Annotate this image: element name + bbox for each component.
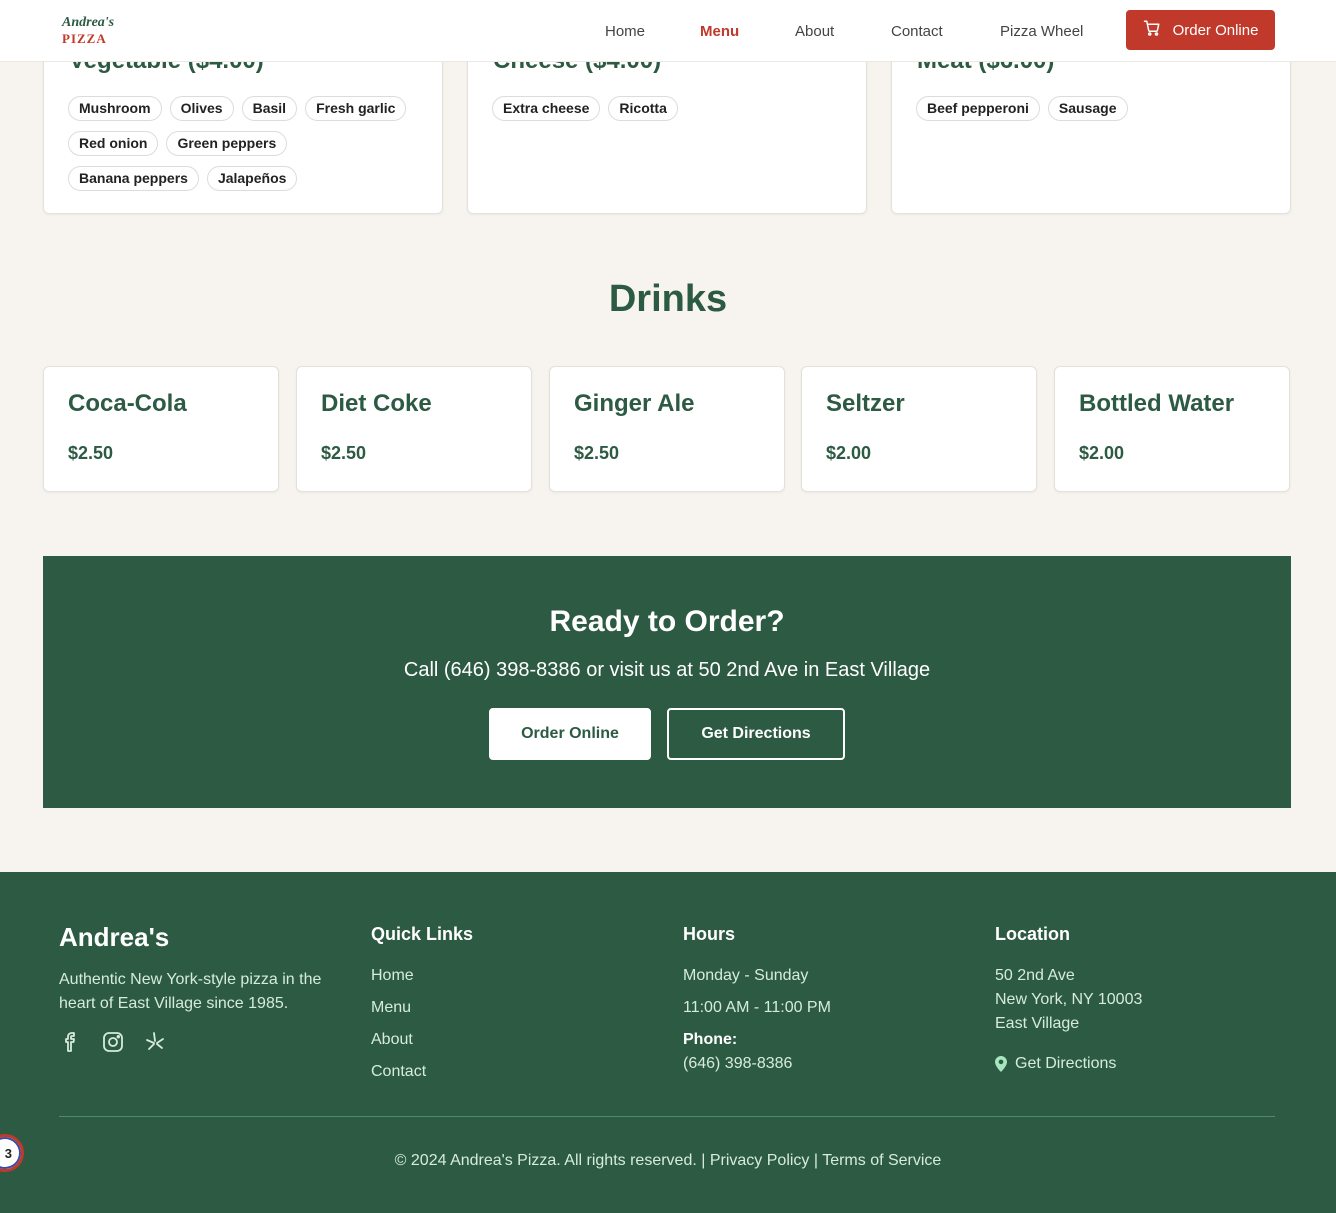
topping-chip: Jalapeños <box>206 166 298 191</box>
drink-name: Bottled Water <box>1079 390 1235 417</box>
drink-name: Coca-Cola <box>68 390 187 417</box>
footer-link-menu[interactable]: Menu <box>371 999 411 1017</box>
drink-price: $2.00 <box>1079 443 1125 463</box>
topping-chip: Banana peppers <box>68 166 199 191</box>
drink-price: $2.50 <box>321 443 367 463</box>
address-line-3: East Village <box>995 1015 1080 1032</box>
nav-pizza-wheel[interactable]: Pizza Wheel <box>1000 23 1083 40</box>
directions-label: Get Directions <box>1015 1055 1117 1072</box>
nav-menu[interactable]: Menu <box>700 23 739 40</box>
separator: | <box>813 1152 819 1169</box>
privacy-policy-link[interactable]: Privacy Policy <box>710 1152 810 1169</box>
phone-label: Phone: <box>683 1031 738 1048</box>
drink-card: Coca-Cola $2.50 <box>43 366 279 492</box>
cart-icon <box>1143 19 1161 41</box>
social-links <box>59 1030 167 1054</box>
drink-card: Diet Coke $2.50 <box>296 366 532 492</box>
topping-chip: Mushroom <box>68 96 162 121</box>
drink-name: Ginger Ale <box>574 390 695 417</box>
site-footer: Andrea's Authentic New York-style pizza … <box>0 872 1336 1213</box>
topping-chip: Fresh garlic <box>305 96 407 121</box>
separator: | <box>701 1152 706 1169</box>
terms-of-service-link[interactable]: Terms of Service <box>822 1152 941 1169</box>
drink-name: Seltzer <box>826 390 905 417</box>
topping-chip: Sausage <box>1047 96 1128 121</box>
nav-contact[interactable]: Contact <box>891 23 943 40</box>
address-line-1: 50 2nd Ave <box>995 967 1075 984</box>
drink-price: $2.50 <box>68 443 114 463</box>
phone-number[interactable]: (646) 398-8386 <box>683 1055 792 1073</box>
hours-days: Monday - Sunday <box>683 967 809 984</box>
instagram-icon[interactable] <box>101 1030 125 1054</box>
footer-description: Authentic New York-style pizza in the he… <box>59 971 322 1012</box>
topping-chip: Extra cheese <box>492 96 601 121</box>
facebook-icon[interactable] <box>59 1030 83 1054</box>
drinks-heading: Drinks <box>608 278 728 320</box>
topping-chip: Ricotta <box>608 96 678 121</box>
nav-home[interactable]: Home <box>605 23 645 40</box>
order-online-label: Order Online <box>1172 21 1259 39</box>
topping-chip: Red onion <box>68 131 159 156</box>
cta-title: Ready to Order? <box>549 605 785 638</box>
site-header: Andrea's PIZZA Home Menu About Contact P… <box>0 0 1336 62</box>
drink-name: Diet Coke <box>321 390 432 417</box>
footer-link-home[interactable]: Home <box>371 967 414 985</box>
footer-divider <box>59 1116 1275 1117</box>
topping-chip: Green peppers <box>166 131 288 156</box>
topping-chips: Beef pepperoni Sausage <box>916 96 1266 121</box>
drink-card: Ginger Ale $2.50 <box>549 366 785 492</box>
drink-card: Bottled Water $2.00 <box>1054 366 1290 492</box>
topping-chip: Beef pepperoni <box>916 96 1040 121</box>
location-title: Location <box>995 924 1070 944</box>
nav-about[interactable]: About <box>795 23 834 40</box>
drink-price: $2.50 <box>574 443 620 463</box>
cta-order-online-button[interactable]: Order Online <box>489 708 651 760</box>
hours-time: 11:00 AM - 11:00 PM <box>683 999 831 1016</box>
footer-bottom: © 2024 Andrea's Pizza. All rights reserv… <box>0 1152 1336 1170</box>
drink-price: $2.00 <box>826 443 872 463</box>
cta-get-directions-button[interactable]: Get Directions <box>667 708 845 760</box>
hours-title: Hours <box>683 924 736 944</box>
yelp-icon[interactable] <box>143 1030 167 1054</box>
cta-text: Call (646) 398-8386 or visit us at 50 2n… <box>403 659 931 681</box>
address-line-2: New York, NY 10003 <box>995 991 1143 1008</box>
topping-chip: Olives <box>169 96 234 121</box>
copyright-text: © 2024 Andrea's Pizza. All rights reserv… <box>394 1152 697 1169</box>
order-cta-section: Ready to Order? Call (646) 398-8386 or v… <box>43 556 1291 808</box>
map-pin-icon <box>995 1056 1007 1072</box>
footer-brand: Andrea's <box>59 922 170 952</box>
topping-chips: Extra cheese Ricotta <box>492 96 842 121</box>
footer-link-about[interactable]: About <box>371 1031 413 1049</box>
order-online-button[interactable]: Order Online <box>1126 10 1275 50</box>
footer-directions-link[interactable]: Get Directions <box>995 1055 1116 1073</box>
topping-chips: Mushroom Olives Basil Fresh garlic Red o… <box>68 96 418 191</box>
footer-link-contact[interactable]: Contact <box>371 1063 426 1081</box>
quick-links-title: Quick Links <box>371 924 474 944</box>
topping-chip: Basil <box>241 96 298 121</box>
drink-card: Seltzer $2.00 <box>801 366 1037 492</box>
